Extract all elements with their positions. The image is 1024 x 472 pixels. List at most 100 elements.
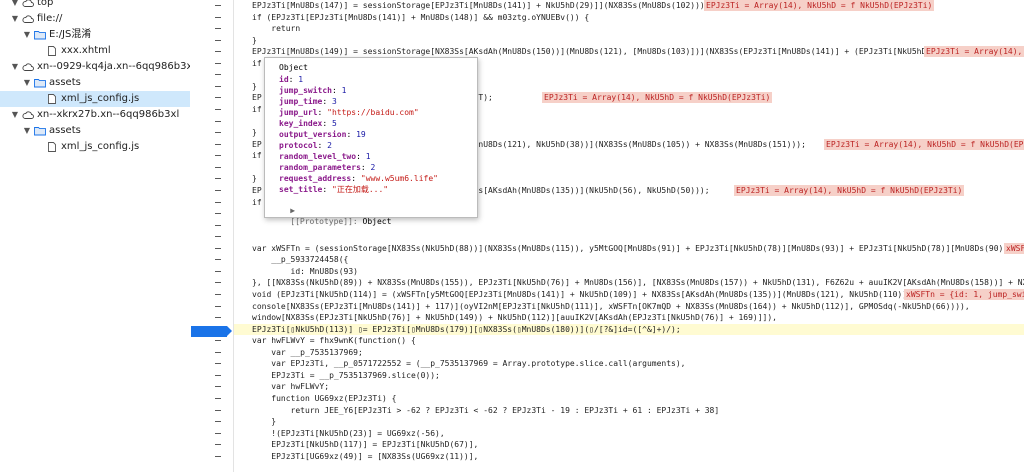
property-key: set_title (279, 185, 323, 194)
code-line[interactable]: !(EPJz3Ti[NkU5hD(23)] = UG69xz(-56), (234, 428, 1024, 439)
object-property: jump_url: "https://baidu.com" (279, 107, 419, 118)
code-line[interactable]: var __p_7535137969; (234, 347, 1024, 358)
current-code-line[interactable]: EPJz3Ti[▯NkU5hD(113)] ▯= EPJz3Ti[▯MnU8Ds… (234, 324, 1024, 335)
code-line[interactable]: id: MnU8Ds(93) (234, 266, 1024, 277)
tree-item[interactable]: ▼ assets (0, 123, 190, 139)
code-line[interactable]: } (234, 35, 1024, 46)
property-separator: : (360, 163, 371, 172)
tree-item[interactable]: ▼ file:// (0, 11, 190, 27)
file-icon (46, 142, 58, 152)
property-key: random_level_two (279, 152, 357, 161)
line-number-placeholder (215, 248, 221, 249)
expand-arrow-icon[interactable]: ▼ (10, 59, 20, 75)
line-number-placeholder (215, 51, 221, 52)
code-line[interactable]: window[NX83Ss(EPJz3Ti[NkU5hD(76)] + NkU5… (234, 312, 1024, 323)
folder-icon (34, 126, 46, 136)
tree-item[interactable]: ▼ xn--xkrx27b.xn--6qq986b3xl (0, 107, 190, 123)
code-line[interactable]: EPJz3Ti = __p_7535137969.slice(0)); (234, 370, 1024, 381)
line-number-placeholder (215, 433, 221, 434)
line-number-placeholder (215, 375, 221, 376)
line-number-placeholder (215, 144, 221, 145)
expand-arrow-icon[interactable]: ▼ (10, 11, 20, 27)
tree-item[interactable]: ▼ top (0, 0, 190, 11)
inline-value-hint: EPJz3Ti = Array(14), NkU5hD = f (924, 46, 1024, 57)
line-number-placeholder (215, 444, 221, 445)
line-number-placeholder (215, 74, 221, 75)
cloud-icon (22, 14, 34, 24)
tree-item[interactable]: xxx.xhtml (0, 43, 190, 59)
tree-item[interactable]: xml_js_config.js (0, 139, 190, 155)
cloud-icon (22, 110, 34, 120)
line-number-placeholder (215, 40, 221, 41)
expand-arrow-icon[interactable]: ▶ (290, 206, 295, 215)
code-line[interactable]: EPJz3Ti[UG69xz(49)] = [NX83Ss(UG69xz(11)… (234, 451, 1024, 462)
popover-header: Object (279, 63, 308, 72)
line-number-placeholder (215, 236, 221, 237)
property-key: id (279, 75, 289, 84)
expand-arrow-icon[interactable]: ▼ (22, 123, 32, 139)
tree-item-label: top (37, 0, 54, 8)
line-number-placeholder (215, 294, 221, 295)
tree-item-label: xxx.xhtml (61, 45, 111, 56)
code-text: }, [[NX83Ss(NkU5hD(89)) + NX83Ss(MnU8Ds(… (252, 278, 1024, 287)
property-separator: : (346, 130, 357, 139)
code-line[interactable]: __p_5933724458({ (234, 254, 1024, 265)
line-number-placeholder (215, 225, 221, 226)
line-number-placeholder (215, 109, 221, 110)
property-key: protocol (279, 141, 318, 150)
file-icon (46, 46, 58, 56)
code-line[interactable]: EPJz3Ti[MnU8Ds(149)] = sessionStorage[NX… (234, 46, 1024, 57)
code-line[interactable] (234, 231, 1024, 242)
property-separator: : (317, 108, 328, 117)
property-separator: : (331, 86, 342, 95)
tree-item-label: assets (49, 125, 81, 136)
expand-arrow-icon[interactable]: ▼ (22, 27, 32, 43)
property-separator: : (322, 119, 332, 128)
code-line[interactable]: if (EPJz3Ti[EPJz3Ti[MnU8Ds(141)] + MnU8D… (234, 12, 1024, 23)
tree-item[interactable]: xml_js_config.js (0, 91, 190, 107)
line-number-placeholder (215, 352, 221, 353)
code-line[interactable]: var xWSFTn = (sessionStorage[NX83Ss(NkU5… (234, 243, 1024, 254)
code-line[interactable]: }, [[NX83Ss(NkU5hD(89)) + NX83Ss(MnU8Ds(… (234, 277, 1024, 288)
prototype-row[interactable]: ▶ [[Prototype]]: Object (271, 194, 391, 226)
code-line[interactable]: void (EPJz3Ti[NkU5hD(114)] = (xWSFTn[y5M… (234, 289, 1024, 300)
folder-icon (34, 30, 46, 40)
code-text: EPJz3Ti[MnU8Ds(147)] = sessionStorage[EP… (252, 1, 710, 10)
line-number-placeholder (215, 271, 221, 272)
line-number-placeholder (215, 317, 221, 318)
code-line[interactable]: EPJz3Ti[NkU5hD(117)] = EPJz3Ti[NkU5hD(67… (234, 439, 1024, 450)
property-value: "正在加载..." (332, 185, 389, 194)
line-number-placeholder (215, 421, 221, 422)
tree-item[interactable]: ▼ E:/JS混淆 (0, 27, 190, 43)
code-line[interactable]: console[NX83Ss(EPJz3Ti[MnU8Ds(141)] + 11… (234, 301, 1024, 312)
code-line[interactable]: return JEE_Y6[EPJz3Ti > -62 ? EPJz3Ti < … (234, 405, 1024, 416)
tree-item[interactable]: ▼ assets (0, 75, 190, 91)
tree-item[interactable]: ▼ xn--0929-kq4ja.xn--6qq986b3xl (0, 59, 190, 75)
expand-arrow-icon[interactable]: ▼ (10, 107, 20, 123)
property-key: output_version (279, 130, 347, 139)
property-value: 3 (332, 97, 337, 106)
code-text: return (252, 24, 301, 33)
current-execution-line-marker[interactable] (191, 326, 232, 337)
property-key: jump_url (279, 108, 318, 117)
prototype-separator: : (352, 217, 363, 226)
code-line[interactable]: var EPJz3Ti, __p_0571722552 = (__p_75351… (234, 358, 1024, 369)
expand-arrow-icon[interactable]: ▼ (22, 75, 32, 91)
code-line[interactable]: var hwFLWvY = fhx9wnK(function() { (234, 335, 1024, 346)
code-text: if (252, 198, 262, 207)
expand-arrow-icon[interactable]: ▼ (10, 0, 20, 11)
code-line[interactable]: } (234, 416, 1024, 427)
file-icon (46, 94, 58, 104)
code-line[interactable]: return (234, 23, 1024, 34)
line-number-placeholder (215, 190, 221, 191)
code-text: var hwFLWvY; (252, 382, 330, 391)
tree-item-label: xn--0929-kq4ja.xn--6qq986b3xl (37, 61, 191, 72)
line-number-placeholder (215, 398, 221, 399)
code-text: if (252, 151, 262, 160)
code-text: } (252, 82, 257, 91)
code-line[interactable]: EPJz3Ti[MnU8Ds(147)] = sessionStorage[EP… (234, 0, 1024, 11)
code-line[interactable]: var hwFLWvY; (234, 381, 1024, 392)
inline-value-hint: EPJz3Ti = Array(14), NkU5hD = f NkU5hD(E… (824, 139, 1024, 150)
code-line[interactable]: function UG69xz(EPJz3Ti) { (234, 393, 1024, 404)
object-preview-popover: Object id: 1 jump_switch: 1 jump_time: 3 ju… (264, 57, 478, 226)
